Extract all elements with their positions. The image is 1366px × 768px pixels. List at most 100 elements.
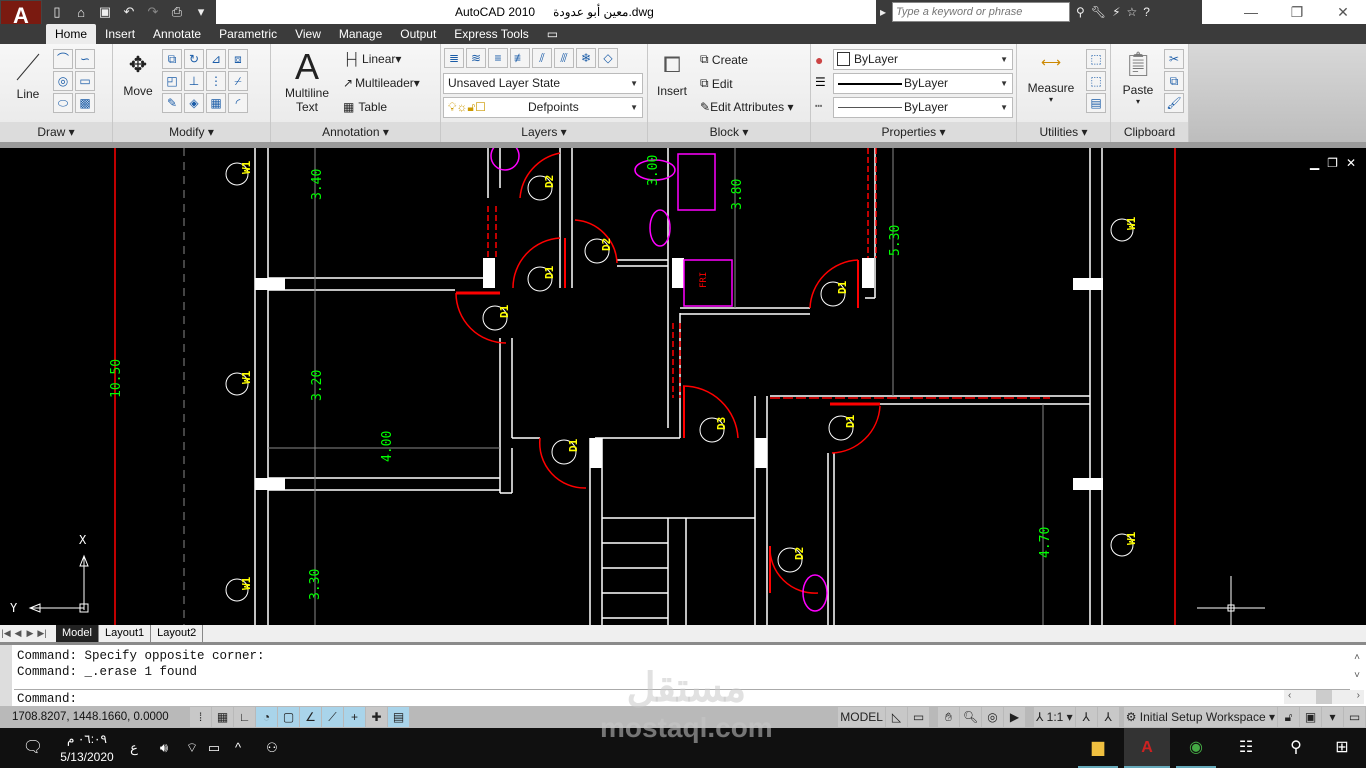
people-icon[interactable]: ⚇ (260, 728, 284, 768)
copy-icon[interactable]: ⧉ (162, 49, 182, 69)
command-grip[interactable] (0, 645, 12, 706)
viewport-close-button[interactable]: ✕ (1346, 156, 1356, 170)
minimize-button[interactable]: — (1228, 0, 1274, 24)
scale-icon[interactable]: ◈ (184, 93, 204, 113)
quick-select-icon[interactable]: ⬚ (1086, 49, 1106, 69)
binoculars-icon[interactable]: ⚲ (1076, 5, 1085, 19)
cut-icon[interactable]: ✂ (1164, 49, 1184, 69)
offset-icon[interactable]: ◜ (228, 93, 248, 113)
layer-unisolate-icon[interactable]: ⫻ (554, 48, 574, 68)
ortho-mode-icon[interactable]: ∟ (234, 707, 255, 727)
start-windows-icon[interactable]: ⊞ (1322, 728, 1362, 768)
edit-attributes-button[interactable]: ✎ Edit Attributes ▾ (700, 100, 793, 114)
ribbon-minimize-icon[interactable]: ▭ (538, 24, 567, 44)
search-taskbar-icon[interactable]: ⚲ (1276, 728, 1316, 768)
hatch-icon[interactable]: ▩ (75, 93, 95, 113)
calculator-icon[interactable]: ▤ (1086, 93, 1106, 113)
layer-states-icon[interactable]: ≋ (466, 48, 486, 68)
tab-layout1[interactable]: Layout1 (99, 625, 152, 642)
clock[interactable]: ٠٦:٠٩ م 5/13/2020 (52, 728, 122, 768)
save-icon[interactable]: ▣ (96, 4, 114, 20)
tab-annotate[interactable]: Annotate (144, 24, 210, 44)
layer-previous-icon[interactable]: ≢ (510, 48, 530, 68)
tab-layout2[interactable]: Layout2 (151, 625, 204, 642)
polyline-icon[interactable]: ⌒ (53, 49, 73, 69)
wifi-icon[interactable]: ⌔ (180, 728, 204, 768)
mirror-icon[interactable]: ⋮ (206, 71, 226, 91)
trim-icon[interactable]: ⊿ (206, 49, 226, 69)
favorites-star-icon[interactable]: ☆ (1127, 5, 1138, 19)
array-icon[interactable]: ▦ (206, 93, 226, 113)
battery-icon[interactable]: ▭ (202, 728, 226, 768)
rectangle-icon[interactable]: ▭ (75, 71, 95, 91)
explode-icon[interactable]: ⌿ (228, 71, 248, 91)
tab-manage[interactable]: Manage (330, 24, 391, 44)
match-properties-icon[interactable]: 🖌︎ (1164, 93, 1184, 113)
drawing-quick-view-icon[interactable]: ▭ (907, 707, 929, 727)
circle-icon[interactable]: ◎ (53, 71, 73, 91)
move-button[interactable]: ✥ Move (117, 52, 159, 98)
annotation-visibility-icon[interactable]: ⅄ (1075, 707, 1097, 727)
qat-dropdown-icon[interactable]: ▾ (192, 4, 210, 20)
tab-parametric[interactable]: Parametric (210, 24, 286, 44)
command-prompt[interactable]: Command: (17, 692, 77, 706)
annotation-scale-dropdown[interactable]: ⅄ 1:1 ▾ (1033, 707, 1075, 727)
linetype-dropdown[interactable]: ByLayer (833, 97, 1013, 118)
satellite-icon[interactable]: ⚡︎ (1112, 5, 1120, 19)
auto-scale-icon[interactable]: ⅄ (1097, 707, 1119, 727)
properties-panel-title[interactable]: Properties ▾ (811, 122, 1016, 142)
paste-button[interactable]: 📋︎ Paste ▾ (1115, 50, 1161, 106)
ellipse-icon[interactable]: ⬭ (53, 93, 73, 113)
3d-object-snap-icon[interactable]: ∠ (300, 707, 321, 727)
copy-clip-icon[interactable]: ⧉ (1164, 71, 1184, 91)
line-button[interactable]: Line (6, 50, 50, 101)
show-hidden-icons[interactable]: ^ (228, 728, 248, 768)
layer-off-icon[interactable]: ◇ (598, 48, 618, 68)
zoom-icon[interactable]: 🔍︎ (959, 707, 981, 727)
quick-properties-icon[interactable]: ▤ (388, 707, 409, 727)
color-dropdown[interactable]: ByLayer (833, 49, 1013, 70)
tab-output[interactable]: Output (391, 24, 445, 44)
select-similar-icon[interactable]: ⬚ (1086, 71, 1106, 91)
viewport-minimize-button[interactable]: ▁ (1310, 156, 1319, 170)
search-input[interactable] (892, 2, 1071, 22)
command-hscrollbar[interactable]: ‹ › (1284, 690, 1364, 704)
edit-pencil-icon[interactable]: ✎ (162, 93, 182, 113)
file-explorer-icon[interactable]: ▆ (1078, 728, 1118, 768)
layout-quick-view-icon[interactable]: ◺ (885, 707, 907, 727)
task-view-icon[interactable]: ☷ (1226, 728, 1266, 768)
restore-button[interactable]: ❐ (1274, 0, 1320, 24)
modify-panel-title[interactable]: Modify ▾ (113, 122, 270, 142)
layer-dropdown[interactable]: 💡︎☼🔓︎☐ Defpoints (443, 97, 643, 118)
language-indicator[interactable]: ع (124, 728, 144, 768)
fillet-icon[interactable]: ⊥ (184, 71, 204, 91)
showmotion-icon[interactable]: ▶ (1003, 707, 1025, 727)
viewport-restore-button[interactable]: ❐ (1327, 156, 1338, 170)
rotate-icon[interactable]: ↻ (184, 49, 204, 69)
expand-icon[interactable]: ▸ (880, 5, 886, 19)
dynamic-ucs-icon[interactable]: + (344, 707, 365, 727)
block-panel-title[interactable]: Block ▾ (648, 122, 810, 142)
drawing-canvas[interactable]: FRI 10.50 3.40 3.20 4.00 3.30 3.80 5.30 … (0, 148, 1366, 625)
volume-icon[interactable]: 🔊︎ (152, 728, 176, 768)
steering-wheel-icon[interactable]: ◎ (981, 707, 1003, 727)
toolbar-lock-icon[interactable]: 🔓︎ (1278, 707, 1299, 727)
linear-dimension-button[interactable]: ├┤ Linear ▾ (343, 52, 401, 66)
clipboard-panel-title[interactable]: Clipboard (1111, 122, 1188, 142)
layer-freeze-icon[interactable]: ❄ (576, 48, 596, 68)
action-center-icon[interactable]: 🗨︎ (20, 728, 46, 768)
clean-screen-icon[interactable]: ▭ (1344, 707, 1365, 727)
autocad-taskbar-icon[interactable]: A (1124, 728, 1170, 768)
tab-view[interactable]: View (286, 24, 330, 44)
status-menu-icon[interactable]: ▾ (1322, 707, 1343, 727)
draw-panel-title[interactable]: Draw ▾ (0, 122, 112, 142)
pan-icon[interactable]: ✋︎ (937, 707, 959, 727)
multiline-text-button[interactable]: A Multiline Text (279, 48, 335, 115)
layers-panel-title[interactable]: Layers ▾ (441, 122, 647, 142)
create-block-button[interactable]: ⧉ Create (700, 52, 748, 67)
last-tab-icon[interactable]: ▶| (36, 628, 48, 639)
prev-tab-icon[interactable]: ◀ (12, 628, 24, 639)
close-button[interactable]: ✕ (1320, 0, 1366, 24)
tab-model[interactable]: Model (56, 625, 99, 642)
layer-properties-icon[interactable]: ≣ (444, 48, 464, 68)
